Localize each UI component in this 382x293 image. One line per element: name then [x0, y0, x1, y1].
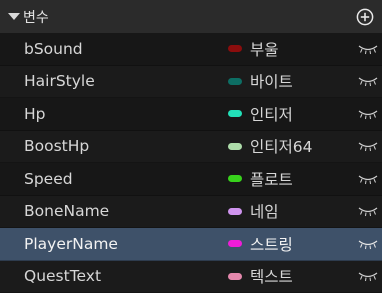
- variable-row[interactable]: bSound 부울: [0, 33, 382, 66]
- variable-type[interactable]: 바이트: [228, 66, 293, 98]
- type-color-pill: [228, 143, 242, 150]
- type-color-pill: [228, 273, 242, 280]
- variable-type-label: 부울: [250, 38, 279, 60]
- variable-row[interactable]: BoneName 네임: [0, 196, 382, 229]
- variable-name: QuestText: [24, 267, 101, 285]
- variables-section-header[interactable]: 변수: [0, 0, 382, 33]
- variable-type[interactable]: 부울: [228, 33, 279, 65]
- type-color-pill: [228, 78, 242, 85]
- variable-name: Hp: [24, 105, 46, 123]
- variable-row[interactable]: HairStyle 바이트: [0, 66, 382, 99]
- variable-name: Speed: [24, 170, 73, 188]
- variable-type-label: 인티저: [250, 103, 293, 125]
- variable-type-label: 네임: [250, 200, 279, 222]
- type-color-pill: [228, 175, 242, 182]
- closed-eye-icon[interactable]: [358, 173, 378, 185]
- variable-type-label: 인티저64: [250, 135, 313, 157]
- closed-eye-icon[interactable]: [358, 43, 378, 55]
- variable-list: bSound 부울 HairStyle 바이트 Hp 인티저 BoostHp: [0, 33, 382, 293]
- add-variable-icon[interactable]: [356, 8, 374, 26]
- type-color-pill: [228, 240, 242, 247]
- closed-eye-icon[interactable]: [358, 205, 378, 217]
- collapse-triangle-icon[interactable]: [8, 13, 20, 20]
- section-title: 변수: [23, 7, 49, 27]
- closed-eye-icon[interactable]: [358, 108, 378, 120]
- variable-type[interactable]: 인티저: [228, 98, 293, 130]
- closed-eye-icon[interactable]: [358, 75, 378, 87]
- variable-name: bSound: [24, 40, 83, 58]
- variables-panel: 변수 bSound 부울 HairStyle 바이트 Hp: [0, 0, 382, 292]
- variable-row-selected[interactable]: PlayerName 스트링: [0, 228, 382, 261]
- variable-type[interactable]: 스트링: [228, 228, 293, 260]
- variable-name: BoneName: [24, 202, 109, 220]
- closed-eye-icon[interactable]: [358, 270, 378, 282]
- variable-type[interactable]: 인티저64: [228, 131, 313, 163]
- variable-type[interactable]: 플로트: [228, 163, 293, 195]
- variable-name: HairStyle: [24, 72, 95, 90]
- variable-type-label: 바이트: [250, 70, 293, 92]
- closed-eye-icon[interactable]: [358, 238, 378, 250]
- type-color-pill: [228, 110, 242, 117]
- variable-type-label: 스트링: [250, 233, 293, 255]
- variable-name: BoostHp: [24, 137, 89, 155]
- variable-row[interactable]: BoostHp 인티저64: [0, 131, 382, 164]
- type-color-pill: [228, 45, 242, 52]
- variable-name: PlayerName: [24, 235, 118, 253]
- variable-type[interactable]: 네임: [228, 196, 279, 228]
- variable-type-label: 텍스트: [250, 265, 293, 287]
- variable-type-label: 플로트: [250, 168, 293, 190]
- type-color-pill: [228, 208, 242, 215]
- variable-row[interactable]: QuestText 텍스트: [0, 261, 382, 293]
- variable-row[interactable]: Speed 플로트: [0, 163, 382, 196]
- variable-row[interactable]: Hp 인티저: [0, 98, 382, 131]
- variable-type[interactable]: 텍스트: [228, 261, 293, 293]
- closed-eye-icon[interactable]: [358, 140, 378, 152]
